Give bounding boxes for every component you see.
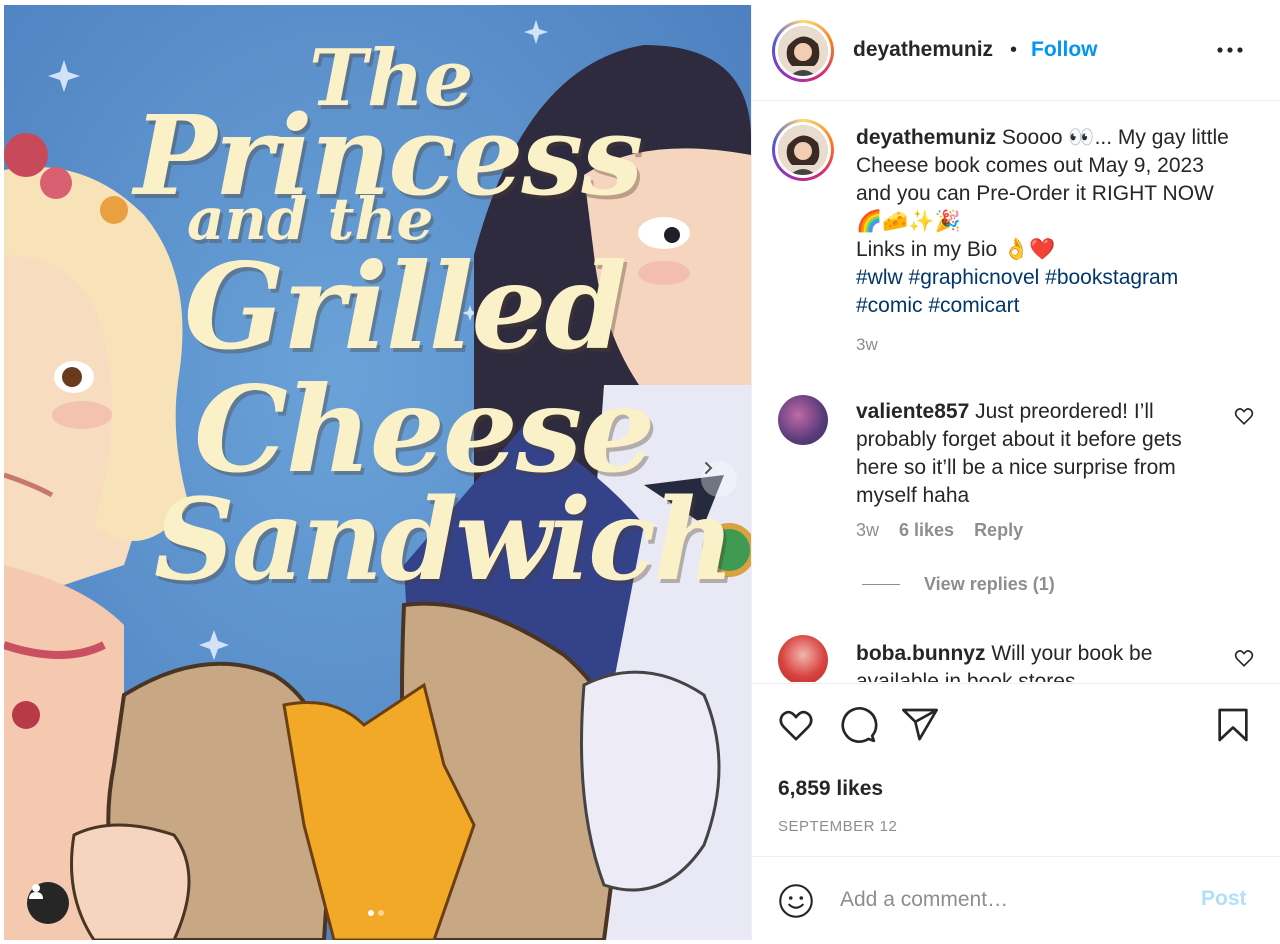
replies-divider [862, 584, 900, 585]
commenter-avatar[interactable] [778, 395, 828, 445]
avatar-image [778, 125, 828, 175]
cover-illustration [4, 5, 751, 940]
post-media[interactable]: The Princess and the Grilled Cheese Sand… [4, 5, 751, 940]
comment-like-button[interactable] [1233, 405, 1255, 427]
carousel-dot [378, 910, 384, 916]
comment-input[interactable] [840, 883, 1180, 917]
share-button[interactable] [900, 705, 940, 745]
user-tag-icon [29, 884, 43, 899]
comment-likes[interactable]: 6 likes [899, 520, 954, 541]
like-button[interactable] [776, 705, 816, 745]
heart-icon [779, 710, 813, 741]
avatar-image [778, 26, 828, 76]
follow-button[interactable]: Follow [1031, 38, 1098, 62]
post-date: SEPTEMBER 12 [778, 818, 898, 835]
post-dialog: The Princess and the Grilled Cheese Sand… [0, 0, 1280, 944]
commenter-avatar[interactable] [778, 635, 828, 682]
comment-timestamp[interactable]: 3w [856, 520, 879, 541]
carousel-dot [368, 910, 374, 916]
emoji-picker-button[interactable] [778, 883, 814, 919]
view-replies-label: View replies (1) [924, 574, 1055, 594]
comment-meta: 3w 6 likes Reply [856, 520, 1023, 541]
commenter-username[interactable]: boba.bunnyz [856, 642, 986, 665]
comment-like-button[interactable] [1233, 647, 1255, 669]
caption-username[interactable]: deyathemuniz [856, 126, 996, 149]
post-comment-button[interactable]: Post [1201, 887, 1247, 911]
bookmark-icon [1218, 708, 1248, 742]
hashtag-link[interactable]: #comic [856, 294, 923, 317]
post-side-panel: deyathemuniz • Follow deyathemuniz Soooo… [751, 5, 1279, 940]
avatar-illustration [778, 125, 828, 175]
carousel-indicator [368, 910, 384, 916]
comment-text: boba.bunnyz Will your book be available … [856, 640, 1226, 682]
save-button[interactable] [1213, 705, 1253, 745]
tagged-users-button[interactable] [27, 882, 69, 924]
author-avatar[interactable] [772, 20, 834, 82]
hashtag-link[interactable]: #bookstagram [1045, 266, 1178, 289]
post-header: deyathemuniz • Follow [752, 5, 1279, 101]
add-comment-bar: Post [752, 856, 1279, 940]
comment-text: valiente857 Just preordered! I’ll probab… [856, 398, 1226, 510]
emoji-icon [779, 884, 813, 918]
heart-icon [1234, 650, 1254, 667]
share-icon [902, 708, 938, 741]
heart-icon [1234, 408, 1254, 425]
comment-button[interactable] [838, 705, 878, 745]
reply-button[interactable]: Reply [974, 520, 1023, 541]
view-replies-button[interactable]: View replies (1) [862, 574, 1055, 595]
comment-icon [841, 707, 878, 743]
separator-dot: • [1010, 39, 1018, 61]
hashtag-link[interactable]: #wlw [856, 266, 903, 289]
hashtag-link[interactable]: #comicart [928, 294, 1019, 317]
more-horizontal-icon [1217, 47, 1243, 53]
chevron-right-icon [705, 462, 713, 474]
avatar-illustration [778, 26, 828, 76]
author-username[interactable]: deyathemuniz [853, 38, 993, 62]
caption-timestamp[interactable]: 3w [856, 335, 878, 355]
next-media-button[interactable] [701, 461, 737, 497]
likes-count[interactable]: 6,859 likes [778, 777, 883, 801]
author-avatar[interactable] [772, 119, 834, 181]
comments-list[interactable]: deyathemuniz Soooo 👀... My gay little Ch… [752, 102, 1279, 682]
caption-links-line: Links in my Bio 👌❤️ [856, 238, 1056, 261]
more-options-button[interactable] [1215, 35, 1245, 65]
hashtag-link[interactable]: #graphicnovel [909, 266, 1040, 289]
post-actions: 6,859 likes SEPTEMBER 12 [752, 683, 1279, 855]
commenter-username[interactable]: valiente857 [856, 400, 969, 423]
caption-text: deyathemuniz Soooo 👀... My gay little Ch… [856, 124, 1236, 320]
